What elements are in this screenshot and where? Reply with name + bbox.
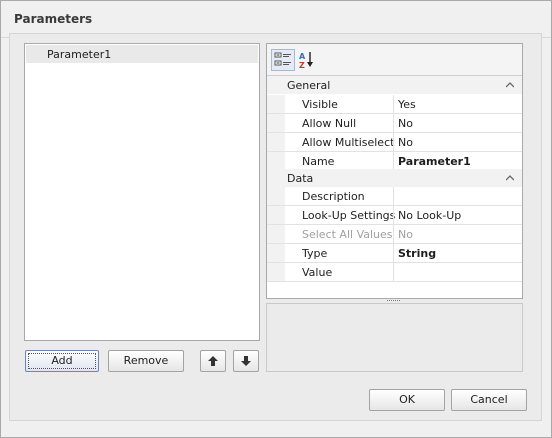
move-up-button[interactable] (200, 350, 226, 372)
category-label: General (287, 79, 331, 92)
list-item[interactable]: Parameter1 (26, 45, 258, 63)
ok-button[interactable]: OK (369, 389, 445, 411)
cancel-button[interactable]: Cancel (451, 389, 527, 411)
property-value[interactable]: No (398, 117, 413, 130)
parameter-list[interactable]: Parameter1 (24, 43, 260, 341)
property-row-look-up-settings[interactable]: Look-Up Settings No Look-Up (267, 206, 522, 225)
property-row-visible[interactable]: Visible Yes (267, 95, 522, 114)
column-divider (393, 244, 394, 263)
svg-text:A: A (299, 52, 306, 61)
category-data[interactable]: Data (267, 169, 522, 187)
property-grid-toolbar: A Z (267, 44, 522, 76)
property-description-panel (266, 303, 523, 372)
column-divider (393, 187, 394, 206)
arrow-down-icon (241, 356, 251, 366)
row-indent (267, 95, 285, 114)
add-button-label: Add (51, 354, 73, 367)
sort-az-icon: A Z (299, 52, 313, 69)
property-row-type[interactable]: Type String (267, 244, 522, 263)
move-down-button[interactable] (233, 350, 259, 372)
property-row-value[interactable]: Value (267, 263, 522, 282)
row-indent (267, 206, 285, 225)
svg-text:Z: Z (299, 61, 305, 69)
property-name: Visible (302, 98, 338, 111)
chevron-up-icon[interactable] (506, 175, 514, 181)
property-name: Select All Values (302, 228, 393, 241)
property-name: Value (302, 266, 333, 279)
property-value: No (398, 228, 413, 241)
property-value[interactable]: No (398, 136, 413, 149)
property-name: Look-Up Settings (302, 209, 396, 222)
property-name: Allow Multiselect (302, 136, 395, 149)
remove-button[interactable]: Remove (108, 350, 184, 372)
category-general[interactable]: General (267, 76, 522, 94)
category-label: Data (287, 172, 314, 185)
property-value[interactable]: Parameter1 (398, 155, 471, 168)
add-button[interactable]: Add (25, 350, 99, 372)
row-indent (267, 244, 285, 263)
property-name: Type (302, 247, 328, 260)
splitter-grip-icon (387, 300, 400, 301)
column-divider (393, 114, 394, 133)
parameter-item-label: Parameter1 (47, 48, 112, 61)
arrow-up-icon (208, 356, 218, 366)
alphabetical-sort-button[interactable]: A Z (295, 49, 319, 71)
remove-button-label: Remove (123, 354, 169, 367)
property-value[interactable]: Yes (398, 98, 416, 111)
categorized-view-icon (274, 52, 291, 66)
row-indent (267, 133, 285, 152)
categorized-view-button[interactable] (271, 49, 295, 71)
property-row-allow-null[interactable]: Allow Null No (267, 114, 522, 133)
row-indent (267, 114, 285, 133)
cancel-button-label: Cancel (470, 393, 508, 406)
property-grid[interactable]: A Z General Visible Yes Allow Null No Al… (266, 43, 523, 299)
ok-button-label: OK (399, 393, 415, 406)
property-name: Name (302, 155, 335, 168)
property-name: Description (302, 190, 365, 203)
window-title: Parameters (14, 12, 93, 26)
property-value[interactable]: No Look-Up (398, 209, 461, 222)
property-row-name[interactable]: Name Parameter1 (267, 152, 522, 171)
property-row-description[interactable]: Description (267, 187, 522, 206)
column-divider (393, 225, 394, 244)
chevron-up-icon[interactable] (506, 82, 514, 88)
column-divider (393, 263, 394, 282)
property-name: Allow Null (302, 117, 357, 130)
row-indent (267, 225, 285, 244)
property-row-allow-multiselect[interactable]: Allow Multiselect No (267, 133, 522, 152)
column-divider (393, 133, 394, 152)
column-divider (393, 95, 394, 114)
row-separator (267, 281, 522, 282)
column-divider (393, 206, 394, 225)
row-indent (267, 187, 285, 206)
row-indent (267, 263, 285, 282)
property-row-select-all-values: Select All Values No (267, 225, 522, 244)
property-value[interactable]: String (398, 247, 436, 260)
